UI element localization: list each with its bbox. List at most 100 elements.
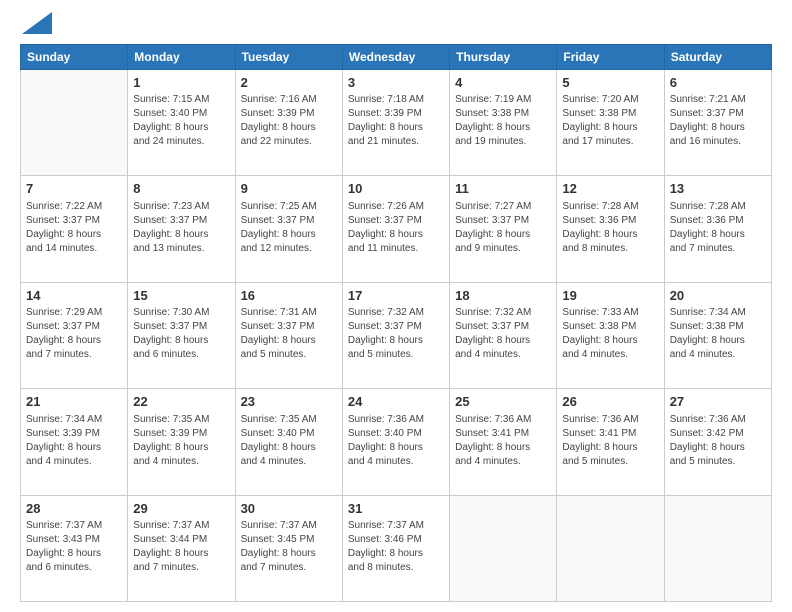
logo-icon xyxy=(22,12,52,34)
calendar-cell: 14Sunrise: 7:29 AMSunset: 3:37 PMDayligh… xyxy=(21,282,128,388)
day-number: 16 xyxy=(241,287,337,305)
calendar-week-0: 1Sunrise: 7:15 AMSunset: 3:40 PMDaylight… xyxy=(21,69,772,175)
day-info: Sunrise: 7:25 AMSunset: 3:37 PMDaylight:… xyxy=(241,200,337,256)
calendar-cell: 10 Sunrise: 7:26 AMSunset: 3:37 PMDayligh… xyxy=(342,176,449,282)
calendar-cell: 13Sunrise: 7:28 AMSunset: 3:36 PMDayligh… xyxy=(664,176,771,282)
calendar-cell: 26 Sunrise: 7:36 AMSunset: 3:41 PMDayligh… xyxy=(557,389,664,495)
day-info: Sunrise: 7:30 AMSunset: 3:37 PMDaylight:… xyxy=(133,306,229,362)
day-info: Sunrise: 7:26 AMSunset: 3:37 PMDaylight:… xyxy=(348,200,444,256)
day-number: 28 xyxy=(26,500,122,518)
calendar-cell: 27 Sunrise: 7:36 AMSunset: 3:42 PMDayligh… xyxy=(664,389,771,495)
day-info: Sunrise: 7:18 AMSunset: 3:39 PMDaylight:… xyxy=(348,93,444,149)
calendar-cell: 18Sunrise: 7:32 AMSunset: 3:37 PMDayligh… xyxy=(450,282,557,388)
day-info: Sunrise: 7:37 AMSunset: 3:44 PMDaylight:… xyxy=(133,519,229,575)
day-info: Sunrise: 7:20 AMSunset: 3:38 PMDaylight:… xyxy=(562,93,658,149)
calendar-week-2: 14Sunrise: 7:29 AMSunset: 3:37 PMDayligh… xyxy=(21,282,772,388)
day-number: 10 xyxy=(348,180,444,198)
calendar-cell: 7Sunrise: 7:22 AMSunset: 3:37 PMDaylight… xyxy=(21,176,128,282)
day-number: 19 xyxy=(562,287,658,305)
day-number: 5 xyxy=(562,74,658,92)
calendar-header-saturday: Saturday xyxy=(664,44,771,69)
day-info: Sunrise: 7:36 AMSunset: 3:42 PMDaylight:… xyxy=(670,413,766,469)
calendar-cell xyxy=(557,495,664,601)
calendar-cell: 19Sunrise: 7:33 AMSunset: 3:38 PMDayligh… xyxy=(557,282,664,388)
day-number: 29 xyxy=(133,500,229,518)
day-info: Sunrise: 7:33 AMSunset: 3:38 PMDaylight:… xyxy=(562,306,658,362)
day-number: 6 xyxy=(670,74,766,92)
day-number: 2 xyxy=(241,74,337,92)
day-number: 9 xyxy=(241,180,337,198)
calendar-cell xyxy=(450,495,557,601)
calendar-cell: 24 Sunrise: 7:36 AMSunset: 3:40 PMDayligh… xyxy=(342,389,449,495)
day-number: 11 xyxy=(455,180,551,198)
day-number: 25 xyxy=(455,393,551,411)
calendar-header-wednesday: Wednesday xyxy=(342,44,449,69)
day-info: Sunrise: 7:21 AMSunset: 3:37 PMDaylight:… xyxy=(670,93,766,149)
day-number: 3 xyxy=(348,74,444,92)
header xyxy=(20,18,772,38)
calendar-cell: 25 Sunrise: 7:36 AMSunset: 3:41 PMDayligh… xyxy=(450,389,557,495)
calendar-cell: 23Sunrise: 7:35 AMSunset: 3:40 PMDayligh… xyxy=(235,389,342,495)
calendar-week-3: 21 Sunrise: 7:34 AMSunset: 3:39 PMDayligh… xyxy=(21,389,772,495)
calendar-header-row: SundayMondayTuesdayWednesdayThursdayFrid… xyxy=(21,44,772,69)
logo xyxy=(20,18,52,38)
calendar-cell: 3Sunrise: 7:18 AMSunset: 3:39 PMDaylight… xyxy=(342,69,449,175)
day-info: Sunrise: 7:37 AMSunset: 3:46 PMDaylight:… xyxy=(348,519,444,575)
calendar-cell: 22 Sunrise: 7:35 AMSunset: 3:39 PMDayligh… xyxy=(128,389,235,495)
day-info: Sunrise: 7:28 AMSunset: 3:36 PMDaylight:… xyxy=(670,200,766,256)
day-info: Sunrise: 7:32 AMSunset: 3:37 PMDaylight:… xyxy=(455,306,551,362)
day-number: 21 xyxy=(26,393,122,411)
day-number: 22 xyxy=(133,393,229,411)
calendar-cell: 20Sunrise: 7:34 AMSunset: 3:38 PMDayligh… xyxy=(664,282,771,388)
day-number: 8 xyxy=(133,180,229,198)
day-info: Sunrise: 7:37 AMSunset: 3:43 PMDaylight:… xyxy=(26,519,122,575)
calendar-header-thursday: Thursday xyxy=(450,44,557,69)
day-number: 27 xyxy=(670,393,766,411)
day-number: 1 xyxy=(133,74,229,92)
calendar-cell: 29Sunrise: 7:37 AMSunset: 3:44 PMDayligh… xyxy=(128,495,235,601)
day-info: Sunrise: 7:36 AMSunset: 3:40 PMDaylight:… xyxy=(348,413,444,469)
day-info: Sunrise: 7:35 AMSunset: 3:39 PMDaylight:… xyxy=(133,413,229,469)
day-info: Sunrise: 7:28 AMSunset: 3:36 PMDaylight:… xyxy=(562,200,658,256)
calendar: SundayMondayTuesdayWednesdayThursdayFrid… xyxy=(20,44,772,602)
day-info: Sunrise: 7:19 AMSunset: 3:38 PMDaylight:… xyxy=(455,93,551,149)
day-info: Sunrise: 7:32 AMSunset: 3:37 PMDaylight:… xyxy=(348,306,444,362)
day-info: Sunrise: 7:36 AMSunset: 3:41 PMDaylight:… xyxy=(562,413,658,469)
calendar-cell xyxy=(21,69,128,175)
calendar-week-1: 7Sunrise: 7:22 AMSunset: 3:37 PMDaylight… xyxy=(21,176,772,282)
day-number: 31 xyxy=(348,500,444,518)
day-info: Sunrise: 7:37 AMSunset: 3:45 PMDaylight:… xyxy=(241,519,337,575)
calendar-cell: 5Sunrise: 7:20 AMSunset: 3:38 PMDaylight… xyxy=(557,69,664,175)
day-number: 17 xyxy=(348,287,444,305)
day-number: 24 xyxy=(348,393,444,411)
day-info: Sunrise: 7:34 AMSunset: 3:38 PMDaylight:… xyxy=(670,306,766,362)
page: SundayMondayTuesdayWednesdayThursdayFrid… xyxy=(0,0,792,612)
day-number: 4 xyxy=(455,74,551,92)
calendar-cell: 15Sunrise: 7:30 AMSunset: 3:37 PMDayligh… xyxy=(128,282,235,388)
day-number: 26 xyxy=(562,393,658,411)
day-info: Sunrise: 7:34 AMSunset: 3:39 PMDaylight:… xyxy=(26,413,122,469)
day-info: Sunrise: 7:15 AMSunset: 3:40 PMDaylight:… xyxy=(133,93,229,149)
calendar-cell: 8 Sunrise: 7:23 AMSunset: 3:37 PMDaylight… xyxy=(128,176,235,282)
day-info: Sunrise: 7:22 AMSunset: 3:37 PMDaylight:… xyxy=(26,200,122,256)
calendar-cell: 28Sunrise: 7:37 AMSunset: 3:43 PMDayligh… xyxy=(21,495,128,601)
calendar-cell: 2Sunrise: 7:16 AMSunset: 3:39 PMDaylight… xyxy=(235,69,342,175)
day-number: 15 xyxy=(133,287,229,305)
day-info: Sunrise: 7:27 AMSunset: 3:37 PMDaylight:… xyxy=(455,200,551,256)
day-info: Sunrise: 7:36 AMSunset: 3:41 PMDaylight:… xyxy=(455,413,551,469)
calendar-cell: 9 Sunrise: 7:25 AMSunset: 3:37 PMDaylight… xyxy=(235,176,342,282)
calendar-cell: 17Sunrise: 7:32 AMSunset: 3:37 PMDayligh… xyxy=(342,282,449,388)
calendar-header-sunday: Sunday xyxy=(21,44,128,69)
day-info: Sunrise: 7:29 AMSunset: 3:37 PMDaylight:… xyxy=(26,306,122,362)
calendar-cell xyxy=(664,495,771,601)
day-number: 14 xyxy=(26,287,122,305)
day-info: Sunrise: 7:31 AMSunset: 3:37 PMDaylight:… xyxy=(241,306,337,362)
calendar-week-4: 28Sunrise: 7:37 AMSunset: 3:43 PMDayligh… xyxy=(21,495,772,601)
day-number: 18 xyxy=(455,287,551,305)
day-info: Sunrise: 7:23 AMSunset: 3:37 PMDaylight:… xyxy=(133,200,229,256)
day-number: 20 xyxy=(670,287,766,305)
calendar-cell: 16Sunrise: 7:31 AMSunset: 3:37 PMDayligh… xyxy=(235,282,342,388)
day-info: Sunrise: 7:35 AMSunset: 3:40 PMDaylight:… xyxy=(241,413,337,469)
calendar-cell: 30Sunrise: 7:37 AMSunset: 3:45 PMDayligh… xyxy=(235,495,342,601)
calendar-header-tuesday: Tuesday xyxy=(235,44,342,69)
